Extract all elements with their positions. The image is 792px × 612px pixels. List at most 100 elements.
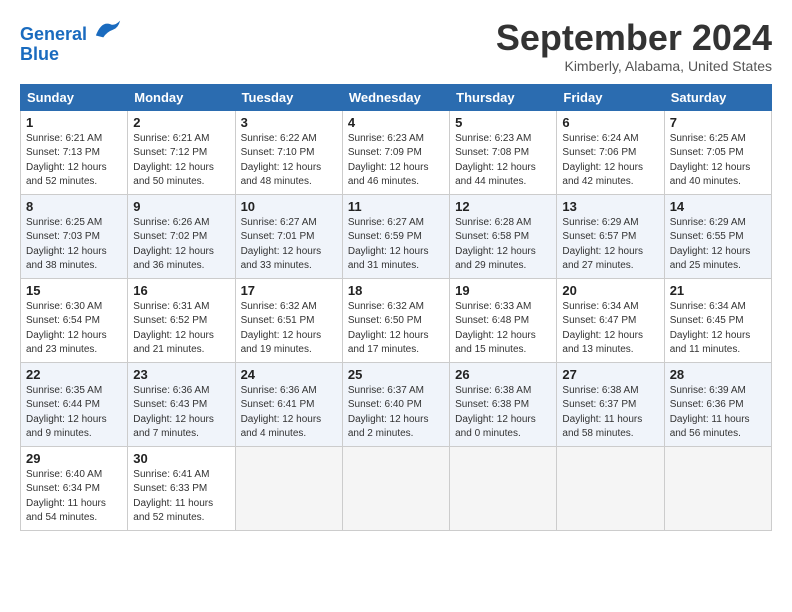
table-row — [557, 446, 664, 530]
logo-general: General — [20, 24, 87, 44]
cell-content: Sunrise: 6:34 AMSunset: 6:45 PMDaylight:… — [670, 300, 766, 358]
col-tuesday: Tuesday — [235, 84, 342, 110]
cell-content: Sunrise: 6:34 AMSunset: 6:47 PMDaylight:… — [562, 300, 658, 358]
day-number: 17 — [241, 283, 337, 298]
cell-content: Sunrise: 6:38 AMSunset: 6:38 PMDaylight:… — [455, 384, 551, 442]
day-number: 12 — [455, 199, 551, 214]
table-row: 19 Sunrise: 6:33 AMSunset: 6:48 PMDayligh… — [450, 278, 557, 362]
cell-content: Sunrise: 6:36 AMSunset: 6:43 PMDaylight:… — [133, 384, 229, 442]
table-row — [235, 446, 342, 530]
day-number: 16 — [133, 283, 229, 298]
day-number: 26 — [455, 367, 551, 382]
day-number: 29 — [26, 451, 122, 466]
table-row: 18 Sunrise: 6:32 AMSunset: 6:50 PMDayligh… — [342, 278, 449, 362]
day-number: 7 — [670, 115, 766, 130]
day-number: 27 — [562, 367, 658, 382]
table-row: 2 Sunrise: 6:21 AMSunset: 7:12 PMDaylight… — [128, 110, 235, 194]
col-saturday: Saturday — [664, 84, 771, 110]
day-number: 18 — [348, 283, 444, 298]
calendar-row: 15 Sunrise: 6:30 AMSunset: 6:54 PMDayligh… — [21, 278, 772, 362]
cell-content: Sunrise: 6:39 AMSunset: 6:36 PMDaylight:… — [670, 384, 766, 442]
calendar-row: 22 Sunrise: 6:35 AMSunset: 6:44 PMDayligh… — [21, 362, 772, 446]
calendar-row: 29Sunrise: 6:40 AMSunset: 6:34 PMDayligh… — [21, 446, 772, 530]
day-number: 23 — [133, 367, 229, 382]
table-row: 15 Sunrise: 6:30 AMSunset: 6:54 PMDayligh… — [21, 278, 128, 362]
col-wednesday: Wednesday — [342, 84, 449, 110]
table-row: 27 Sunrise: 6:38 AMSunset: 6:37 PMDayligh… — [557, 362, 664, 446]
table-row: 16 Sunrise: 6:31 AMSunset: 6:52 PMDayligh… — [128, 278, 235, 362]
day-number: 28 — [670, 367, 766, 382]
table-row: 3Sunrise: 6:22 AMSunset: 7:10 PMDaylight… — [235, 110, 342, 194]
table-row: 4 Sunrise: 6:23 AMSunset: 7:09 PMDaylight… — [342, 110, 449, 194]
cell-content: Sunrise: 6:24 AMSunset: 7:06 PMDaylight:… — [562, 132, 658, 190]
table-row: 14 Sunrise: 6:29 AMSunset: 6:55 PMDayligh… — [664, 194, 771, 278]
table-row — [342, 446, 449, 530]
col-thursday: Thursday — [450, 84, 557, 110]
table-row: 28 Sunrise: 6:39 AMSunset: 6:36 PMDayligh… — [664, 362, 771, 446]
cell-content: Sunrise: 6:23 AMSunset: 7:08 PMDaylight:… — [455, 132, 551, 190]
page: General Blue September 2024 Kimberly, Al… — [0, 0, 792, 541]
day-number: 4 — [348, 115, 444, 130]
table-row: 17 Sunrise: 6:32 AMSunset: 6:51 PMDayligh… — [235, 278, 342, 362]
cell-content: Sunrise: 6:23 AMSunset: 7:09 PMDaylight:… — [348, 132, 444, 190]
day-number: 30 — [133, 451, 229, 466]
cell-content: Sunrise: 6:22 AMSunset: 7:10 PMDaylight:… — [241, 132, 337, 190]
cell-content: Sunrise: 6:25 AMSunset: 7:05 PMDaylight:… — [670, 132, 766, 190]
calendar-row: 8 Sunrise: 6:25 AMSunset: 7:03 PMDaylight… — [21, 194, 772, 278]
cell-content: Sunrise: 6:41 AMSunset: 6:33 PMDaylight:… — [133, 468, 229, 526]
day-number: 8 — [26, 199, 122, 214]
day-number: 22 — [26, 367, 122, 382]
day-number: 15 — [26, 283, 122, 298]
day-number: 10 — [241, 199, 337, 214]
day-number: 24 — [241, 367, 337, 382]
cell-content: Sunrise: 6:33 AMSunset: 6:48 PMDaylight:… — [455, 300, 551, 358]
day-number: 21 — [670, 283, 766, 298]
cell-content: Sunrise: 6:21 AMSunset: 7:12 PMDaylight:… — [133, 132, 229, 190]
logo-blue: Blue — [20, 45, 122, 65]
cell-content: Sunrise: 6:27 AMSunset: 6:59 PMDaylight:… — [348, 216, 444, 274]
title-block: September 2024 Kimberly, Alabama, United… — [496, 18, 772, 74]
table-row: 1Sunrise: 6:21 AMSunset: 7:13 PMDaylight… — [21, 110, 128, 194]
table-row — [664, 446, 771, 530]
logo-bird-icon — [94, 18, 122, 40]
day-number: 19 — [455, 283, 551, 298]
cell-content: Sunrise: 6:26 AMSunset: 7:02 PMDaylight:… — [133, 216, 229, 274]
cell-content: Sunrise: 6:31 AMSunset: 6:52 PMDaylight:… — [133, 300, 229, 358]
cell-content: Sunrise: 6:29 AMSunset: 6:55 PMDaylight:… — [670, 216, 766, 274]
location: Kimberly, Alabama, United States — [496, 58, 772, 74]
cell-content: Sunrise: 6:32 AMSunset: 6:51 PMDaylight:… — [241, 300, 337, 358]
cell-content: Sunrise: 6:30 AMSunset: 6:54 PMDaylight:… — [26, 300, 122, 358]
table-row: 7 Sunrise: 6:25 AMSunset: 7:05 PMDaylight… — [664, 110, 771, 194]
col-monday: Monday — [128, 84, 235, 110]
cell-content: Sunrise: 6:27 AMSunset: 7:01 PMDaylight:… — [241, 216, 337, 274]
table-row: 6Sunrise: 6:24 AMSunset: 7:06 PMDaylight… — [557, 110, 664, 194]
table-row: 25Sunrise: 6:37 AMSunset: 6:40 PMDayligh… — [342, 362, 449, 446]
calendar-table: Sunday Monday Tuesday Wednesday Thursday… — [20, 84, 772, 531]
day-number: 25 — [348, 367, 444, 382]
day-number: 11 — [348, 199, 444, 214]
table-row: 21 Sunrise: 6:34 AMSunset: 6:45 PMDayligh… — [664, 278, 771, 362]
table-row: 8 Sunrise: 6:25 AMSunset: 7:03 PMDaylight… — [21, 194, 128, 278]
cell-content: Sunrise: 6:38 AMSunset: 6:37 PMDaylight:… — [562, 384, 658, 442]
logo: General Blue — [20, 18, 122, 65]
day-number: 13 — [562, 199, 658, 214]
cell-content: Sunrise: 6:35 AMSunset: 6:44 PMDaylight:… — [26, 384, 122, 442]
table-row — [450, 446, 557, 530]
day-number: 14 — [670, 199, 766, 214]
table-row: 29Sunrise: 6:40 AMSunset: 6:34 PMDayligh… — [21, 446, 128, 530]
col-sunday: Sunday — [21, 84, 128, 110]
calendar-row: 1Sunrise: 6:21 AMSunset: 7:13 PMDaylight… — [21, 110, 772, 194]
header: General Blue September 2024 Kimberly, Al… — [20, 18, 772, 74]
calendar-body: 1Sunrise: 6:21 AMSunset: 7:13 PMDaylight… — [21, 110, 772, 530]
cell-content: Sunrise: 6:29 AMSunset: 6:57 PMDaylight:… — [562, 216, 658, 274]
table-row: 24Sunrise: 6:36 AMSunset: 6:41 PMDayligh… — [235, 362, 342, 446]
day-number: 2 — [133, 115, 229, 130]
day-number: 5 — [455, 115, 551, 130]
table-row: 30 Sunrise: 6:41 AMSunset: 6:33 PMDayligh… — [128, 446, 235, 530]
table-row: 23 Sunrise: 6:36 AMSunset: 6:43 PMDayligh… — [128, 362, 235, 446]
table-row: 9Sunrise: 6:26 AMSunset: 7:02 PMDaylight… — [128, 194, 235, 278]
cell-content: Sunrise: 6:32 AMSunset: 6:50 PMDaylight:… — [348, 300, 444, 358]
cell-content: Sunrise: 6:25 AMSunset: 7:03 PMDaylight:… — [26, 216, 122, 274]
table-row: 12Sunrise: 6:28 AMSunset: 6:58 PMDayligh… — [450, 194, 557, 278]
col-friday: Friday — [557, 84, 664, 110]
